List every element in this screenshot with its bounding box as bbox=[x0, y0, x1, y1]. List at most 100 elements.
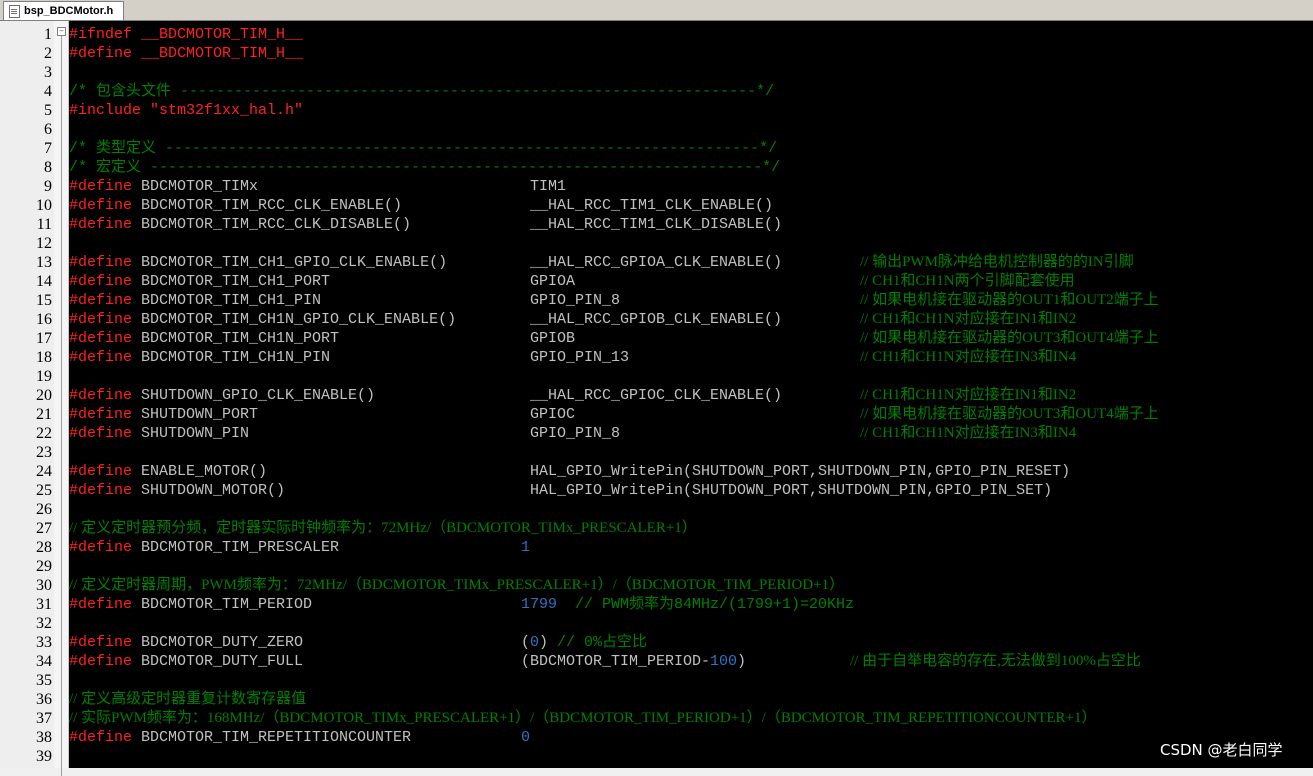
line-comment: // CH1和CH1N对应接在IN1和IN2 bbox=[860, 387, 1077, 403]
code-line-27: // 定义定时器预分频，定时器实际时钟频率为：72MHz/（BDCMOTOR_T… bbox=[69, 520, 697, 536]
code-line-38: #define BDCMOTOR_TIM_REPETITIONCOUNTER bbox=[69, 728, 411, 747]
preprocessor-keyword: #define bbox=[69, 653, 133, 670]
numeric-literal: 1 bbox=[521, 539, 531, 556]
line-comment: // 0%占空比 bbox=[548, 634, 648, 651]
macro-value: HAL_GPIO_WritePin(SHUTDOWN_PORT,SHUTDOWN… bbox=[530, 463, 1071, 480]
macro-name: SHUTDOWN_GPIO_CLK_ENABLE() bbox=[132, 387, 376, 404]
line-number: 37 bbox=[36, 710, 52, 727]
macro-value: __HAL_RCC_TIM1_CLK_DISABLE() bbox=[530, 216, 783, 233]
line-number: 39 bbox=[36, 748, 52, 765]
line-number: 21 bbox=[36, 406, 52, 423]
numeric-literal: 100 bbox=[710, 653, 738, 670]
line-number: 33 bbox=[36, 634, 52, 651]
macro-value: GPIO_PIN_8 bbox=[530, 292, 621, 309]
code-line-18: #define BDCMOTOR_TIM_CH1N_PIN bbox=[69, 348, 330, 367]
macro-name: __BDCMOTOR_TIM_H__ bbox=[132, 45, 304, 62]
line-number: 10 bbox=[36, 197, 52, 214]
tab-bsp-bdcmotor-h[interactable]: bsp_BDCMotor.h bbox=[3, 1, 125, 20]
paren-close: ) bbox=[737, 653, 747, 670]
code-line-21: #define SHUTDOWN_PORT bbox=[69, 405, 258, 424]
line-comment: // 如果电机接在驱动器的OUT3和OUT4端子上 bbox=[860, 406, 1159, 422]
line-number: 23 bbox=[36, 444, 52, 461]
preprocessor-keyword: #define bbox=[69, 596, 133, 613]
preprocessor-keyword: #define bbox=[69, 729, 133, 746]
macro-value: __HAL_RCC_GPIOA_CLK_ENABLE() bbox=[530, 254, 783, 271]
preprocessor-keyword: #ifndef bbox=[69, 26, 133, 43]
preprocessor-keyword: #define bbox=[69, 349, 133, 366]
line-number: 20 bbox=[36, 387, 52, 404]
macro-name: BDCMOTOR_TIMx bbox=[132, 178, 259, 195]
code-line-20: #define SHUTDOWN_GPIO_CLK_ENABLE() bbox=[69, 386, 375, 405]
line-number: 12 bbox=[36, 235, 52, 252]
line-number: 11 bbox=[36, 216, 52, 233]
macro-name: SHUTDOWN_PORT bbox=[132, 406, 259, 423]
preprocessor-keyword: #define bbox=[69, 330, 133, 347]
file-icon bbox=[9, 5, 20, 18]
line-number: 3 bbox=[44, 64, 52, 81]
code-line-5: #include "stm32f1xx_hal.h" bbox=[69, 101, 303, 120]
macro-name: __BDCMOTOR_TIM_H__ bbox=[132, 26, 304, 43]
macro-value: GPIOB bbox=[530, 330, 576, 347]
line-number: 29 bbox=[36, 558, 52, 575]
preprocessor-keyword: #define bbox=[69, 292, 133, 309]
macro-name: BDCMOTOR_DUTY_ZERO bbox=[132, 634, 304, 651]
line-number: 9 bbox=[44, 178, 52, 195]
line-number: 2 bbox=[44, 45, 52, 62]
macro-name: BDCMOTOR_TIM_CH1N_PORT bbox=[132, 330, 340, 347]
line-number: 27 bbox=[36, 520, 52, 537]
line-comment: // 输出PWM脉冲给电机控制器的的IN引脚 bbox=[860, 254, 1134, 270]
fold-range-line bbox=[61, 36, 62, 776]
macro-value: HAL_GPIO_WritePin(SHUTDOWN_PORT,SHUTDOWN… bbox=[530, 482, 1053, 499]
line-number: 34 bbox=[36, 653, 52, 670]
code-line-31: #define BDCMOTOR_TIM_PERIOD bbox=[69, 595, 312, 614]
code-line-15: #define BDCMOTOR_TIM_CH1_PIN bbox=[69, 291, 321, 310]
code-line-25: #define SHUTDOWN_MOTOR() bbox=[69, 481, 285, 500]
line-comment: // 由于自举电容的存在,无法做到100%占空比 bbox=[850, 653, 1141, 669]
macro-value: 1799 // PWM频率为84MHz/(1799+1)=20KHz bbox=[521, 595, 854, 614]
code-line-33: #define BDCMOTOR_DUTY_ZERO bbox=[69, 633, 303, 652]
code-line-7: /* 类型定义 --------------------------------… bbox=[69, 140, 778, 157]
code-line-2: #define __BDCMOTOR_TIM_H__ bbox=[69, 44, 303, 63]
line-number: 7 bbox=[44, 140, 52, 157]
macro-name: BDCMOTOR_TIM_CH1_PORT bbox=[132, 273, 331, 290]
include-path: "stm32f1xx_hal.h" bbox=[141, 102, 304, 119]
preprocessor-keyword: #define bbox=[69, 387, 133, 404]
line-number: 30 bbox=[36, 577, 52, 594]
watermark: CSDN @老白同学 bbox=[1160, 741, 1283, 759]
code-line-34: #define BDCMOTOR_DUTY_FULL bbox=[69, 652, 303, 671]
macro-value: __HAL_RCC_GPIOB_CLK_ENABLE() bbox=[530, 311, 783, 328]
line-number: 14 bbox=[36, 273, 52, 290]
fold-collapse-icon[interactable]: − bbox=[57, 27, 66, 36]
code-line-14: #define BDCMOTOR_TIM_CH1_PORT bbox=[69, 272, 330, 291]
preprocessor-keyword: #define bbox=[69, 178, 133, 195]
line-number: 36 bbox=[36, 691, 52, 708]
line-number: 16 bbox=[36, 311, 52, 328]
code-line-28: #define BDCMOTOR_TIM_PRESCALER bbox=[69, 538, 339, 557]
code-line-8: /* 宏定义 ---------------------------------… bbox=[69, 159, 781, 176]
preprocessor-keyword: #define bbox=[69, 539, 133, 556]
preprocessor-keyword: #define bbox=[69, 634, 133, 651]
preprocessor-keyword: #define bbox=[69, 45, 133, 62]
macro-value: GPIO_PIN_13 bbox=[530, 349, 630, 366]
line-number-gutter: 1 2 3 4 5 6 7 8 9 10 11 12 13 14 15 16 1… bbox=[0, 21, 54, 768]
code-line-1: #ifndef __BDCMOTOR_TIM_H__ bbox=[69, 25, 303, 44]
preprocessor-keyword: #define bbox=[69, 482, 133, 499]
macro-name: BDCMOTOR_TIM_CH1N_PIN bbox=[132, 349, 331, 366]
line-comment: // CH1和CH1N对应接在IN3和IN4 bbox=[860, 349, 1077, 365]
macro-name: BDCMOTOR_TIM_RCC_CLK_ENABLE() bbox=[132, 197, 403, 214]
macro-value: TIM1 bbox=[530, 178, 567, 195]
macro-name: BDCMOTOR_TIM_CH1N_GPIO_CLK_ENABLE() bbox=[132, 311, 457, 328]
macro-name: BDCMOTOR_TIM_PERIOD bbox=[132, 596, 313, 613]
line-number: 6 bbox=[44, 121, 52, 138]
code-editor[interactable]: #ifndef __BDCMOTOR_TIM_H__ #define __BDC… bbox=[69, 21, 1313, 768]
line-number: 17 bbox=[36, 330, 52, 347]
code-line-24: #define ENABLE_MOTOR() bbox=[69, 462, 267, 481]
line-number: 28 bbox=[36, 539, 52, 556]
line-number: 15 bbox=[36, 292, 52, 309]
line-number: 4 bbox=[44, 83, 52, 100]
code-line-37: // 实际PWM频率为：168MHz/（BDCMOTOR_TIMx_PRESCA… bbox=[69, 710, 1097, 726]
macro-name: SHUTDOWN_PIN bbox=[132, 425, 250, 442]
line-number: 19 bbox=[36, 368, 52, 385]
line-number: 24 bbox=[36, 463, 52, 480]
macro-value: (BDCMOTOR_TIM_PERIOD-100) bbox=[521, 652, 746, 671]
